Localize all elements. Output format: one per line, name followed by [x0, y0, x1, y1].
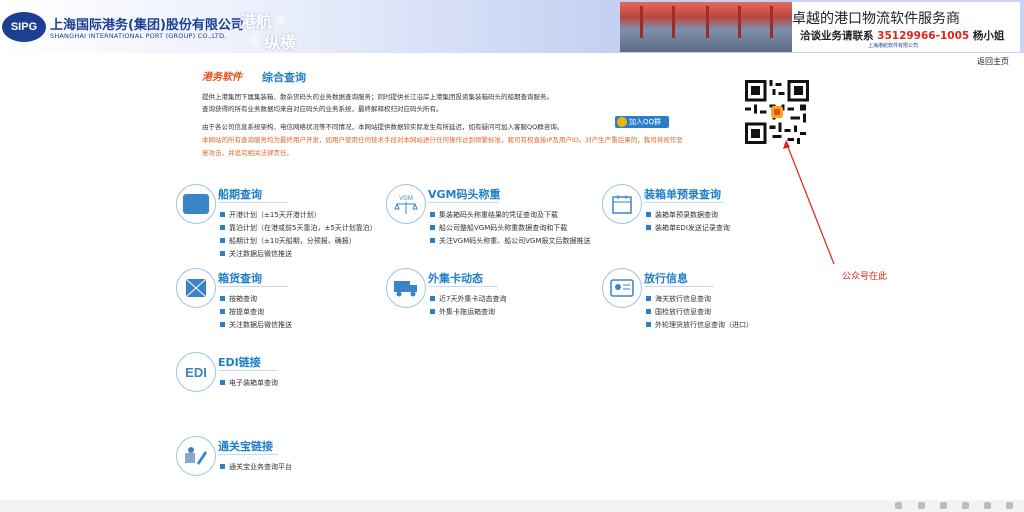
- wechat-account-annotation: 公众号在此: [842, 272, 888, 282]
- category-title[interactable]: 装箱单预录查询: [644, 186, 721, 202]
- slogan-text: 通: [276, 17, 286, 27]
- divider: [218, 370, 278, 371]
- divider: [428, 202, 498, 203]
- divider: [218, 454, 278, 455]
- category-item[interactable]: 装箱单EDI发送记录查询: [646, 223, 730, 233]
- return-home-link[interactable]: 返回主页: [977, 56, 1009, 67]
- category-item[interactable]: 电子装箱单查询: [220, 378, 278, 388]
- category-title[interactable]: 外集卡动态: [428, 270, 483, 286]
- slogan-text: 纵横: [264, 33, 297, 52]
- category-item[interactable]: 海关放行信息查询: [646, 294, 711, 304]
- category-item[interactable]: 外轮理货放行信息查询（进口）: [646, 320, 753, 330]
- intro-line: 提供上港集团下属集装箱、散杂货码头的业务数据查询服务；同时提供长江沿岸上港集团投…: [202, 93, 553, 101]
- category-item[interactable]: 按箱查询: [220, 294, 257, 304]
- category-title[interactable]: VGM码头称重: [428, 186, 501, 202]
- category-item[interactable]: 装箱单预录数据查询: [646, 210, 718, 220]
- ship-icon[interactable]: [176, 184, 216, 224]
- brand-logo: 港务软件: [202, 72, 242, 83]
- company-name-en: SHANGHAI INTERNATIONAL PORT (GROUP) CO.,…: [50, 32, 227, 40]
- ad-contact: 洽谈业务请联系 35129966-1005 杨小姐: [800, 28, 1004, 43]
- print-icon[interactable]: [940, 502, 947, 509]
- divider: [218, 202, 288, 203]
- ad-banner[interactable]: 卓越的港口物流软件服务商 洽谈业务请联系 35129966-1005 杨小姐 上…: [620, 2, 1020, 52]
- intro-warning: 本网站的所有查询服务均为最终用户开发，如用户使用任何技术手段对本网站进行任何操作…: [202, 136, 683, 144]
- sipg-logo[interactable]: SIPG: [2, 12, 46, 42]
- bookmark-icon[interactable]: [918, 502, 925, 509]
- category-item[interactable]: 通关宝业务查询平台: [220, 462, 292, 472]
- category-item[interactable]: 按提单查询: [220, 307, 264, 317]
- site-header: SIPG 上海国际港务(集团)股份有限公司 SHANGHAI INTERNATI…: [0, 0, 1024, 53]
- port-crane-photo: [620, 2, 792, 52]
- edi-icon[interactable]: EDI: [176, 352, 216, 392]
- category-item[interactable]: 船期计划（±10天船期，分预报、确报）: [220, 236, 356, 246]
- category-item[interactable]: 外集卡拖运箱查询: [430, 307, 495, 317]
- truck-icon[interactable]: [386, 268, 426, 308]
- category-item[interactable]: 关注数据后微信推送: [220, 320, 292, 330]
- intro-line: 由于各公司信息系统架构、电信网络状况等不同情况，本网站提供数据较实际发生有所延迟…: [202, 123, 564, 131]
- category-title[interactable]: 箱货查询: [218, 270, 262, 286]
- ad-contact-prefix: 洽谈业务请联系: [800, 30, 874, 42]
- category-item[interactable]: 关注VGM码头称重、船公司VGM报文后数据推送: [430, 236, 591, 246]
- company-name-cn: 上海国际港务(集团)股份有限公司: [50, 18, 244, 33]
- settings-icon[interactable]: [1006, 502, 1013, 509]
- logo-abbr: SIPG: [10, 21, 38, 33]
- category-item[interactable]: 船公司整船VGM码头称重数据查询和下载: [430, 223, 567, 233]
- category-title[interactable]: 通关宝链接: [218, 438, 273, 454]
- download-icon[interactable]: [984, 502, 991, 509]
- category-item[interactable]: 国检放行信息查询: [646, 307, 711, 317]
- category-item[interactable]: 靠泊计划（在港或前5天靠泊，±5天计划靠泊）: [220, 223, 377, 233]
- category-item[interactable]: 开港计划（±15天开港计划）: [220, 210, 321, 220]
- intro-title: 综合查询: [262, 71, 306, 84]
- divider: [218, 286, 288, 287]
- join-qq-group-button[interactable]: 加入QQ群: [615, 116, 669, 128]
- intro-line: 查询获得的所有业务数据均来自对应码头的业务系统，最终解释权归对应码头所有。: [202, 105, 443, 113]
- divider: [644, 202, 724, 203]
- slogan-text: 任: [250, 37, 260, 47]
- qq-button-label: 加入QQ群: [629, 118, 662, 126]
- category-item[interactable]: 近7天外集卡动态查询: [430, 294, 506, 304]
- tools-icon[interactable]: [176, 436, 216, 476]
- share-icon[interactable]: [895, 502, 902, 509]
- copy-icon[interactable]: [962, 502, 969, 509]
- category-title[interactable]: 放行信息: [644, 270, 688, 286]
- annotation-arrow: [783, 140, 835, 265]
- svg-text:VGM: VGM: [399, 196, 413, 202]
- ad-phone: 35129966-1005: [877, 30, 970, 42]
- divider: [428, 286, 498, 287]
- container-icon[interactable]: [176, 268, 216, 308]
- intro-warning: 意攻击，并追究相关法律责任。: [202, 149, 293, 157]
- edi-icon-label: EDI: [185, 364, 207, 380]
- category-title[interactable]: EDI链接: [218, 354, 261, 370]
- category-item[interactable]: 集装箱码头称重结果的凭证查询及下载: [430, 210, 558, 220]
- calendar-icon[interactable]: [602, 184, 642, 224]
- ad-company: 上海港航软件有限公司: [868, 43, 919, 49]
- qr-code-image: [745, 80, 809, 144]
- category-title[interactable]: 船期查询: [218, 186, 262, 202]
- id-card-icon[interactable]: [602, 268, 642, 308]
- qq-penguin-icon: [617, 117, 627, 127]
- footer-toolbar: [0, 500, 1024, 512]
- ad-contact-name: 杨小姐: [972, 30, 1005, 42]
- divider: [644, 286, 714, 287]
- category-item[interactable]: 关注数据后微信推送: [220, 249, 292, 259]
- scale-icon[interactable]: VGM: [386, 184, 426, 224]
- ad-title: 卓越的港口物流软件服务商: [792, 11, 960, 27]
